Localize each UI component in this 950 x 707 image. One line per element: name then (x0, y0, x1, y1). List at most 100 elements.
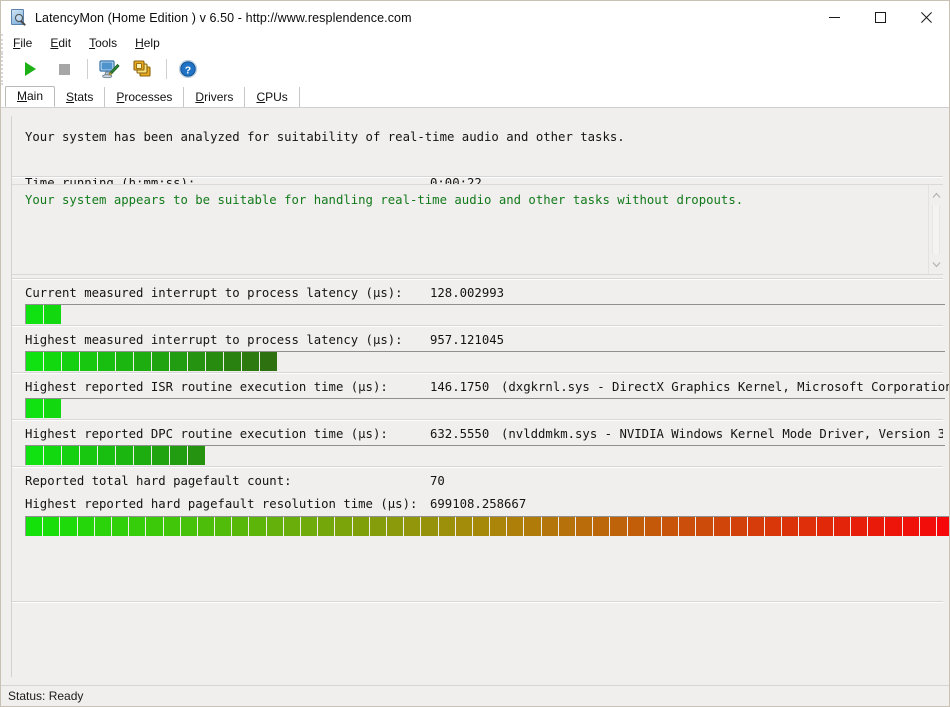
meter-segment (645, 517, 662, 536)
meter-segment (44, 305, 62, 324)
meter-segment (44, 446, 62, 465)
latencymon-app-icon (10, 9, 27, 26)
start-monitoring-button[interactable] (15, 56, 45, 82)
metric-row-2: Highest reported ISR routine execution t… (12, 376, 943, 399)
meter-segment (456, 517, 473, 536)
meter-segment (134, 446, 152, 465)
window-title: LatencyMon (Home Edition ) v 6.50 - http… (35, 11, 412, 25)
meter-segment (95, 517, 112, 536)
pagefault-time-row: Highest reported hard pagefault resoluti… (12, 493, 943, 516)
meter-segment (188, 446, 206, 465)
metric-bar-3 (25, 445, 945, 465)
system-info-button[interactable] (94, 56, 124, 82)
meter-segment (576, 517, 593, 536)
meter-segment (439, 517, 456, 536)
menu-item-help[interactable]: Help (135, 34, 169, 53)
meter-segment (170, 446, 188, 465)
close-button[interactable] (903, 1, 949, 34)
meter-segment (62, 446, 80, 465)
tab-processes[interactable]: Processes (105, 87, 184, 107)
verdict-scrollbox: Your system appears to be suitable for h… (12, 184, 943, 275)
meter-segment (696, 517, 713, 536)
meter-segment (490, 517, 507, 536)
scrollbar-track[interactable] (932, 205, 940, 254)
metric-bar-2 (25, 398, 945, 418)
meter-segment (301, 517, 318, 536)
title-bar: LatencyMon (Home Edition ) v 6.50 - http… (1, 1, 949, 34)
meter-segment (404, 517, 421, 536)
meter-segment (146, 517, 163, 536)
divider-1 (12, 176, 943, 178)
meter-segment (116, 446, 134, 465)
stop-icon (59, 64, 70, 75)
meter-segment (679, 517, 696, 536)
menu-item-tools[interactable]: Tools (89, 34, 126, 53)
pagefault-count-label: Reported total hard pagefault count: (25, 470, 292, 493)
tab-drivers[interactable]: Drivers (184, 87, 245, 107)
chevron-down-icon[interactable] (929, 256, 943, 272)
tab-main[interactable]: Main (5, 86, 55, 107)
meter-segment (116, 352, 134, 371)
maximize-button[interactable] (857, 1, 903, 34)
minimize-button[interactable] (811, 1, 857, 34)
meter-segment (284, 517, 301, 536)
metric-label-3: Highest reported DPC routine execution t… (25, 423, 388, 446)
meter-segment (26, 352, 44, 371)
meter-segment (318, 517, 335, 536)
meter-segment (26, 399, 44, 418)
meter-segment (215, 517, 232, 536)
meter-segment (80, 446, 98, 465)
metric-label-2: Highest reported ISR routine execution t… (25, 376, 388, 399)
svg-text:?: ? (185, 64, 191, 76)
meter-segment (129, 517, 146, 536)
metric-value-2: 146.1750 (430, 376, 489, 399)
stop-monitoring-button[interactable] (49, 56, 79, 82)
meter-segment (152, 446, 170, 465)
verdict-text: Your system appears to be suitable for h… (25, 193, 743, 207)
metric-extra-2: (dxgkrnl.sys - DirectX Graphics Kernel, … (501, 376, 949, 399)
meter-segment (267, 517, 284, 536)
stacked-cards-icon (132, 58, 154, 80)
status-bar: Status: Ready (1, 685, 949, 706)
tab-stats[interactable]: Stats (55, 87, 105, 107)
divider-2 (12, 278, 943, 280)
meter-segment (593, 517, 610, 536)
reports-button[interactable] (128, 56, 158, 82)
pagefault-count-value: 70 (430, 470, 445, 493)
meter-segment (473, 517, 490, 536)
pagefault-bar (25, 516, 949, 536)
verdict-scrollbar[interactable] (928, 185, 943, 274)
meter-segment (817, 517, 834, 536)
meter-segment (868, 517, 885, 536)
meter-segment (80, 352, 98, 371)
meter-segment (44, 352, 62, 371)
summary-block: Your system has been analyzed for suitab… (12, 116, 943, 172)
meter-segment (26, 517, 43, 536)
main-tab-panel: Your system has been analyzed for suitab… (11, 116, 943, 677)
metric-label-1: Highest measured interrupt to process la… (25, 329, 403, 352)
meter-segment (44, 399, 62, 418)
tab-cpus[interactable]: CPUs (245, 87, 299, 107)
meter-segment (335, 517, 352, 536)
metric-row-3: Highest reported DPC routine execution t… (12, 423, 943, 446)
pagefault-time-value: 699108.258667 (430, 493, 526, 516)
meter-segment (62, 352, 80, 371)
meter-segment (714, 517, 731, 536)
meter-segment (98, 352, 116, 371)
meter-segment (851, 517, 868, 536)
divider-5 (12, 419, 943, 421)
toolbar-separator (87, 59, 88, 79)
meter-segment (387, 517, 404, 536)
meter-segment (834, 517, 851, 536)
client-area: Your system has been analyzed for suitab… (1, 107, 949, 685)
meter-segment (559, 517, 576, 536)
meter-segment (224, 352, 242, 371)
meter-segment (353, 517, 370, 536)
meter-segment (98, 446, 116, 465)
menu-item-file[interactable]: File (13, 34, 41, 53)
meter-segment (164, 517, 181, 536)
menu-item-edit[interactable]: Edit (50, 34, 80, 53)
metric-value-3: 632.5550 (430, 423, 489, 446)
chevron-up-icon[interactable] (929, 187, 943, 203)
help-button[interactable]: ? (173, 56, 203, 82)
